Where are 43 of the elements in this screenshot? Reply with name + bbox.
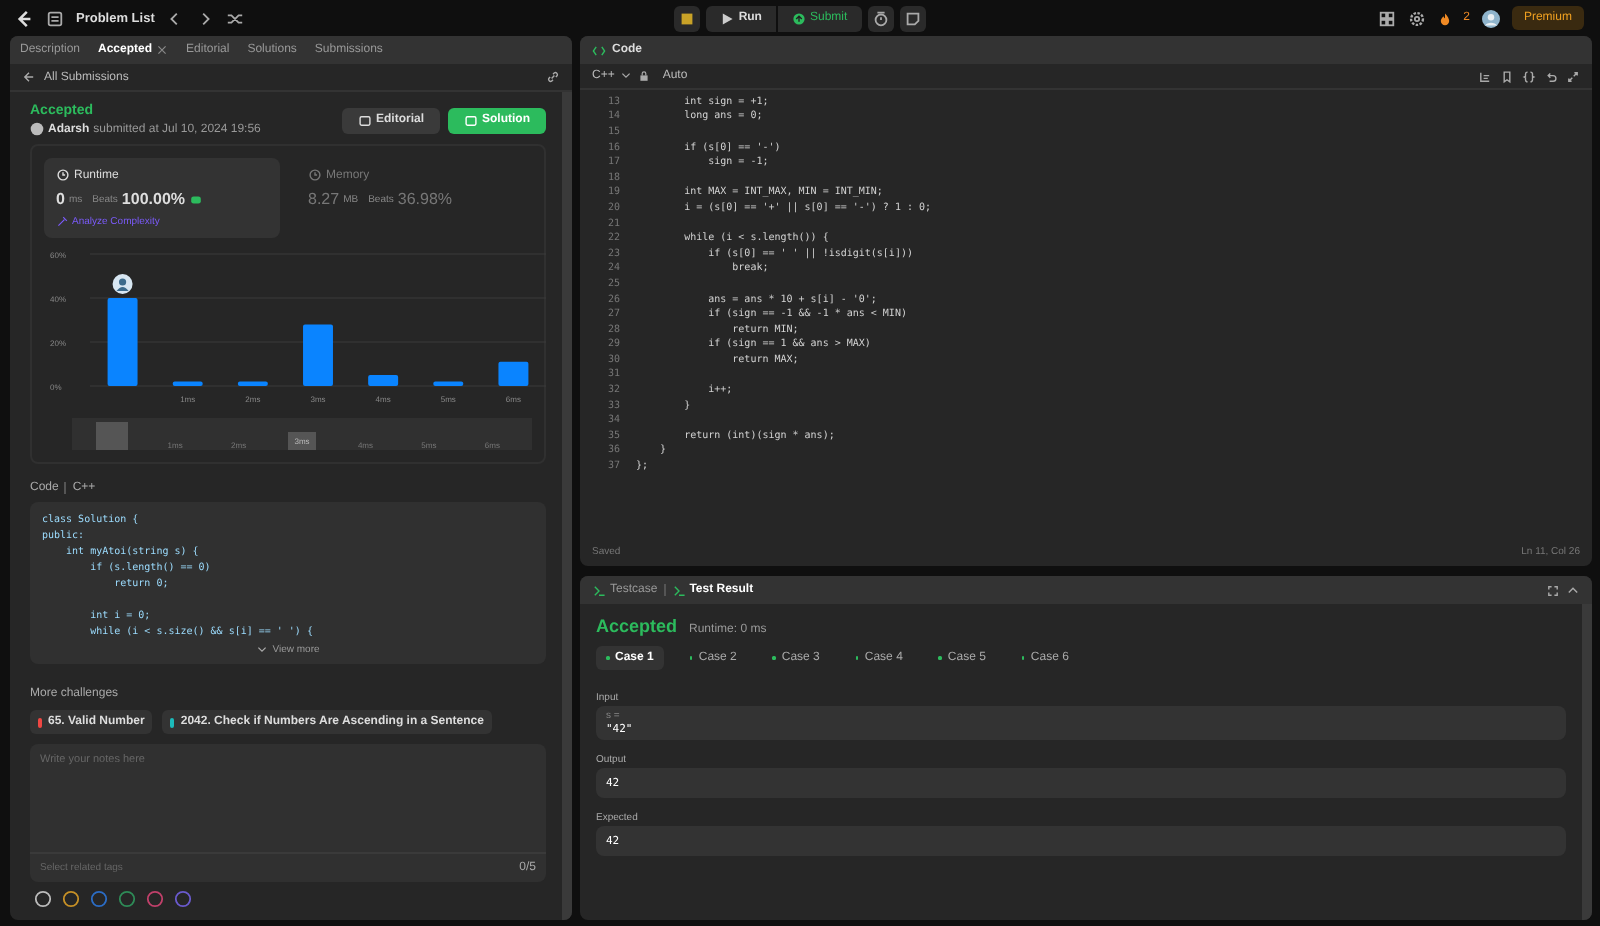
terminal-icon <box>592 583 606 597</box>
link-icon[interactable] <box>546 70 560 84</box>
lock-icon <box>638 70 651 82</box>
terminal-icon <box>671 583 686 597</box>
wand-icon <box>56 216 68 228</box>
histogram-bar[interactable] <box>237 381 268 386</box>
close-icon[interactable] <box>156 44 169 56</box>
stat-value: 0 <box>56 190 65 208</box>
beats-percent: 100.00% <box>121 190 186 208</box>
overview-handle[interactable] <box>95 422 128 450</box>
settings-icon[interactable] <box>1407 9 1426 27</box>
stat-value: 8.27 <box>308 190 340 208</box>
beats-percent: 36.98% <box>397 190 453 208</box>
note-icon[interactable] <box>899 5 926 31</box>
undo-icon[interactable] <box>1544 69 1558 83</box>
play-icon <box>720 11 735 25</box>
chevron-down-icon[interactable] <box>620 70 633 82</box>
collapse-icon[interactable] <box>1566 583 1580 597</box>
shuffle-icon[interactable] <box>226 9 245 27</box>
fullscreen-icon[interactable] <box>1546 583 1560 597</box>
clock-icon <box>56 168 70 182</box>
back-arrow-icon[interactable] <box>22 70 36 84</box>
histogram-bar[interactable] <box>498 361 529 386</box>
format-icon[interactable] <box>1478 69 1492 83</box>
flame-icon <box>1437 11 1452 25</box>
histogram-bar[interactable] <box>172 381 203 386</box>
histogram-bar[interactable] <box>433 381 464 386</box>
histogram-bar[interactable] <box>368 375 399 386</box>
grid-icon[interactable] <box>1377 9 1396 27</box>
badge-icon <box>189 193 202 205</box>
bookmark-icon[interactable] <box>1500 69 1514 83</box>
braces-icon[interactable] <box>1522 69 1536 83</box>
timer-icon[interactable] <box>867 5 894 31</box>
user-marker-icon <box>112 274 133 294</box>
chevron-down-icon[interactable] <box>256 644 269 656</box>
result-status: Accepted <box>596 616 678 636</box>
expand-icon[interactable] <box>1566 69 1580 83</box>
avatar-icon[interactable] <box>1481 9 1500 27</box>
list-icon <box>46 9 64 27</box>
upload-icon <box>791 11 806 25</box>
code-icon <box>592 43 606 57</box>
user-avatar-icon <box>30 122 44 136</box>
clock-icon <box>308 168 322 182</box>
